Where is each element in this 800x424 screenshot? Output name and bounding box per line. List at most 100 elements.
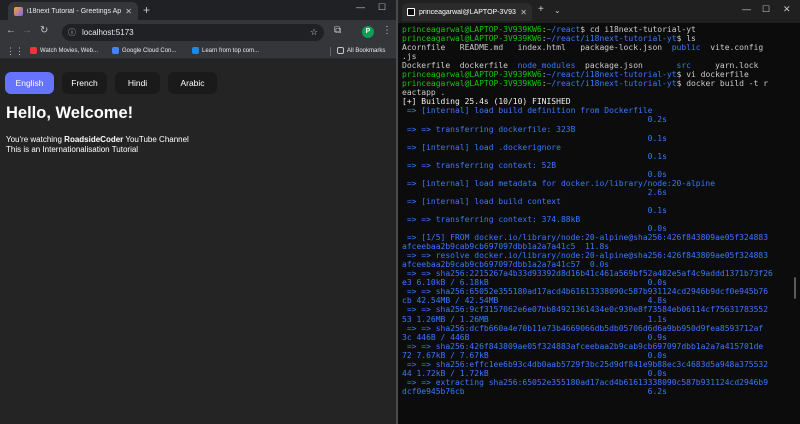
browser-window: i18next Tutorial - Greetings Ap ✕ + — ☐ … bbox=[0, 0, 396, 424]
terminal-text: => => transferring context: 374.88kB bbox=[402, 214, 581, 224]
minimize-icon[interactable]: — bbox=[356, 2, 365, 12]
bookmark-item[interactable]: Learn from top com... bbox=[192, 47, 259, 54]
extensions-icon[interactable]: ⧉ bbox=[334, 25, 341, 37]
terminal-text: => => sha256:65052e355180ad17acd4b616133… bbox=[402, 287, 769, 297]
profile-avatar[interactable]: P bbox=[362, 26, 374, 38]
terminal-dropdown-icon[interactable]: ⌄ bbox=[554, 6, 561, 15]
url-text: localhost:5173 bbox=[82, 28, 134, 37]
terminal-text: eactapp . bbox=[402, 88, 446, 98]
terminal-line: princeagarwal@LAPTOP-3V939KW6:~/react/i1… bbox=[402, 79, 788, 88]
terminal-text: public bbox=[671, 43, 701, 53]
terminal-line: => [internal] load build context bbox=[402, 197, 788, 206]
channel-line: You're watching RoadsideCoder YouTube Ch… bbox=[6, 135, 189, 144]
terminal-text: node_modules bbox=[517, 61, 576, 71]
terminal-line: => [internal] load .dockerignore bbox=[402, 143, 788, 152]
terminal-tab[interactable]: princeagarwal@LAPTOP-3V93 ✕ bbox=[402, 3, 532, 21]
terminal-text: .js bbox=[402, 52, 417, 62]
terminal-line: 3c 446B / 446B 0.9s bbox=[402, 333, 788, 342]
terminal-text: 0.0s bbox=[402, 224, 667, 234]
terminal-text: 0.1s bbox=[402, 205, 667, 215]
bookmark-item[interactable]: Google Cloud Con... bbox=[112, 47, 176, 54]
terminal-text: => => resolve docker.io/library/node:20-… bbox=[402, 251, 769, 261]
terminal-line: => => sha256:dcfb660a4e70b11e73b4669066d… bbox=[402, 324, 788, 333]
browser-tab[interactable]: i18next Tutorial - Greetings Ap ✕ bbox=[8, 2, 138, 20]
forward-arrow-icon[interactable]: → bbox=[22, 25, 32, 37]
terminal-text: 3c 446B / 446B 0.9s bbox=[402, 332, 667, 342]
terminal-line: princeagarwal@LAPTOP-3V939KW6:~/react$ c… bbox=[402, 25, 788, 34]
language-switcher: English French Hindi Arabic bbox=[5, 72, 217, 94]
terminal-tab-close-icon[interactable]: ✕ bbox=[520, 8, 527, 17]
terminal-text: src bbox=[676, 61, 691, 71]
maximize-icon[interactable]: ☐ bbox=[378, 2, 386, 13]
terminal-text: => => transferring dockerfile: 323B bbox=[402, 124, 576, 134]
language-button-hindi[interactable]: Hindi bbox=[115, 72, 160, 94]
channel-name: RoadsideCoder bbox=[64, 135, 124, 144]
terminal-output[interactable]: princeagarwal@LAPTOP-3V939KW6:~/react$ c… bbox=[402, 25, 788, 396]
terminal-text: $ ls bbox=[676, 34, 696, 44]
terminal-line: 0.1s bbox=[402, 134, 788, 143]
terminal-line: 72 7.67kB / 7.67kB 0.0s bbox=[402, 351, 788, 360]
terminal-text: ~/react/i18next-tutorial-yt bbox=[546, 70, 677, 80]
terminal-text: $ docker build -t r bbox=[676, 79, 769, 89]
language-button-english[interactable]: English bbox=[5, 72, 54, 94]
terminal-text: yarn.lock bbox=[691, 61, 759, 71]
terminal-line: afceebaa2b9cab9cb697097dbb1a2a7a41c57 0.… bbox=[402, 260, 788, 269]
terminal-line: .js bbox=[402, 52, 788, 61]
terminal-text: 44 1.72kB / 1.72kB 0.0s bbox=[402, 368, 667, 378]
terminal-text: afceebaa2b9cab9cb697097dbb1a2a7a41c57 0.… bbox=[402, 260, 610, 270]
terminal-minimize-icon[interactable]: — bbox=[742, 4, 751, 14]
terminal-text: $ vi dockerfile bbox=[676, 70, 749, 80]
new-terminal-tab-button[interactable]: + bbox=[538, 4, 544, 15]
language-button-french[interactable]: French bbox=[62, 72, 107, 94]
terminal-line: => => transferring context: 374.88kB bbox=[402, 215, 788, 224]
terminal-text: => [1/5] FROM docker.io/library/node:20-… bbox=[402, 233, 769, 243]
terminal-line: => => transferring context: 52B bbox=[402, 161, 788, 170]
bookmark-label: Google Cloud Con... bbox=[122, 47, 177, 54]
all-bookmarks-label: All Bookmarks bbox=[347, 47, 386, 54]
terminal-line: => [internal] load metadata for docker.i… bbox=[402, 179, 788, 188]
terminal-text: => => extracting sha256:65052e355180ad17… bbox=[402, 377, 769, 387]
browser-tab-strip: i18next Tutorial - Greetings Ap ✕ + — ☐ bbox=[0, 0, 396, 20]
terminal-text: 0.2s bbox=[402, 115, 667, 125]
menu-kebab-icon[interactable]: ⋮ bbox=[382, 25, 392, 37]
terminal-line: 44 1.72kB / 1.72kB 0.0s bbox=[402, 369, 788, 378]
terminal-line: e3 6.10kB / 6.18kB 0.0s bbox=[402, 278, 788, 287]
terminal-text: Acornfile README.md index.html package-l… bbox=[402, 43, 672, 53]
new-tab-button[interactable]: + bbox=[143, 3, 150, 17]
terminal-line: cb 42.54MB / 42.54MB 4.8s bbox=[402, 296, 788, 305]
terminal-close-icon[interactable]: ✕ bbox=[783, 4, 791, 15]
terminal-text: cb 42.54MB / 42.54MB 4.8s bbox=[402, 296, 667, 306]
browser-tab-title: i18next Tutorial - Greetings Ap bbox=[27, 7, 122, 15]
reload-icon[interactable]: ↻ bbox=[40, 25, 48, 37]
terminal-line: eactapp . bbox=[402, 88, 788, 97]
terminal-scrollbar[interactable] bbox=[794, 277, 796, 299]
terminal-text: => => sha256:2215267a4b33d93392d8d16b41c… bbox=[402, 269, 773, 279]
terminal-line: => => sha256:2215267a4b33d93392d8d16b41c… bbox=[402, 269, 788, 278]
language-button-arabic[interactable]: Arabic bbox=[168, 72, 217, 94]
terminal-maximize-icon[interactable]: ☐ bbox=[762, 4, 770, 15]
back-arrow-icon[interactable]: ← bbox=[6, 25, 16, 37]
tab-close-icon[interactable]: ✕ bbox=[125, 7, 132, 16]
terminal-text: princeagarwal@LAPTOP-3V939KW6 bbox=[402, 79, 542, 89]
terminal-text: princeagarwal@LAPTOP-3V939KW6 bbox=[402, 70, 542, 80]
terminal-text: 72 7.67kB / 7.67kB 0.0s bbox=[402, 350, 667, 360]
site-info-icon[interactable]: ⓘ bbox=[68, 27, 76, 38]
apps-grid-icon[interactable]: ⋮⋮ bbox=[6, 45, 24, 57]
terminal-text: 0.0s bbox=[402, 169, 667, 179]
terminal-text: => => sha256:9cf3157062e6e07bb8492136143… bbox=[402, 305, 769, 315]
terminal-line: princeagarwal@LAPTOP-3V939KW6:~/react/i1… bbox=[402, 34, 788, 43]
terminal-text: => => sha256:dcfb660a4e70b11e73b4669066d… bbox=[402, 323, 764, 333]
address-bar[interactable]: ⓘ localhost:5173 ☆ bbox=[62, 24, 324, 41]
bookmark-item[interactable]: Watch Movies, Web... bbox=[30, 47, 98, 54]
bookmark-star-icon[interactable]: ☆ bbox=[310, 27, 318, 38]
terminal-text: ~/react/i18next-tutorial-yt bbox=[546, 79, 677, 89]
terminal-line: => [internal] load build definition from… bbox=[402, 106, 788, 115]
google-cloud-icon bbox=[112, 47, 119, 54]
learn-site-icon bbox=[192, 47, 199, 54]
terminal-line: => => resolve docker.io/library/node:20-… bbox=[402, 251, 788, 260]
terminal-text: princeagarwal@LAPTOP-3V939KW6 bbox=[402, 34, 542, 44]
terminal-line: 0.1s bbox=[402, 206, 788, 215]
terminal-text: => => sha256:effc1ee6b93c4db0aab5729f3bc… bbox=[402, 359, 769, 369]
terminal-text: => [internal] load build context bbox=[402, 196, 561, 206]
all-bookmarks-button[interactable]: All Bookmarks bbox=[337, 47, 385, 54]
